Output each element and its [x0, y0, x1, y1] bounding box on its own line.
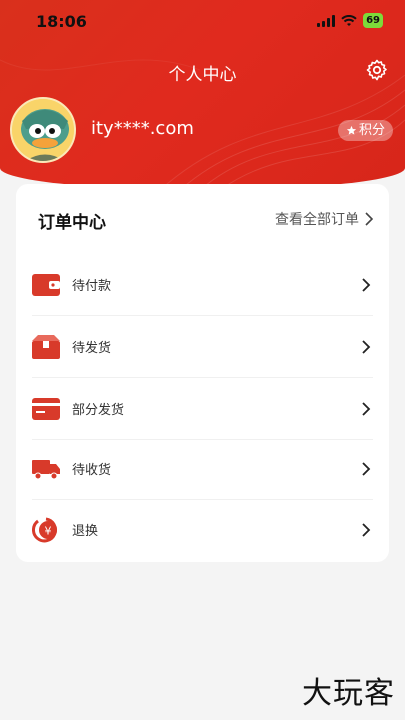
points-badge[interactable]: 积分: [337, 120, 393, 141]
order-row-label: 待收货: [72, 463, 112, 478]
avatar[interactable]: [10, 97, 76, 163]
chevron-right-icon: [365, 212, 373, 226]
cellular-signal-icon: [317, 14, 336, 27]
order-row-label: 待付款: [72, 279, 112, 294]
chevron-right-icon: [362, 277, 371, 292]
order-center-title: 订单中心: [38, 213, 106, 233]
order-row-pending-shipment[interactable]: 待发货: [32, 316, 373, 377]
order-row-label: 待发货: [72, 341, 112, 356]
truck-icon: [32, 455, 60, 483]
page-title: 个人中心: [168, 65, 237, 85]
order-row-refund[interactable]: ¥ 退换: [32, 499, 373, 560]
chevron-right-icon: [362, 401, 371, 416]
view-all-orders-link[interactable]: 查看全部订单: [275, 209, 373, 229]
settings-gear-icon[interactable]: [365, 58, 389, 82]
order-row-label: 退换: [72, 524, 99, 539]
svg-text:¥: ¥: [45, 524, 52, 537]
order-center-header: 订单中心 查看全部订单: [38, 206, 373, 233]
chevron-right-icon: [362, 461, 371, 476]
wifi-icon: [341, 14, 357, 26]
card-icon: [32, 395, 60, 423]
order-center-card: 订单中心 查看全部订单 待付款 待发货 部分发货 待收货 ¥ 退换: [16, 184, 389, 562]
order-row-partial-shipment[interactable]: 部分发货: [32, 378, 373, 439]
wallet-icon: [32, 271, 60, 299]
username: ity****.com: [91, 118, 194, 139]
order-row-pending-payment[interactable]: 待付款: [32, 254, 373, 315]
battery-level: 69: [363, 13, 383, 28]
refund-icon: ¥: [32, 516, 60, 544]
chevron-right-icon: [362, 339, 371, 354]
status-icons: 69: [317, 13, 383, 28]
status-time: 18:06: [36, 12, 87, 31]
status-bar: 18:06 69: [0, 0, 405, 44]
order-row-label: 部分发货: [72, 403, 125, 418]
star-icon: [346, 125, 357, 135]
points-label: 积分: [358, 123, 385, 138]
watermark: 大玩客: [302, 676, 395, 711]
view-all-orders-label: 查看全部订单: [275, 212, 359, 228]
chevron-right-icon: [362, 522, 371, 537]
order-row-pending-receipt[interactable]: 待收货: [32, 438, 373, 499]
box-icon: [32, 333, 60, 361]
